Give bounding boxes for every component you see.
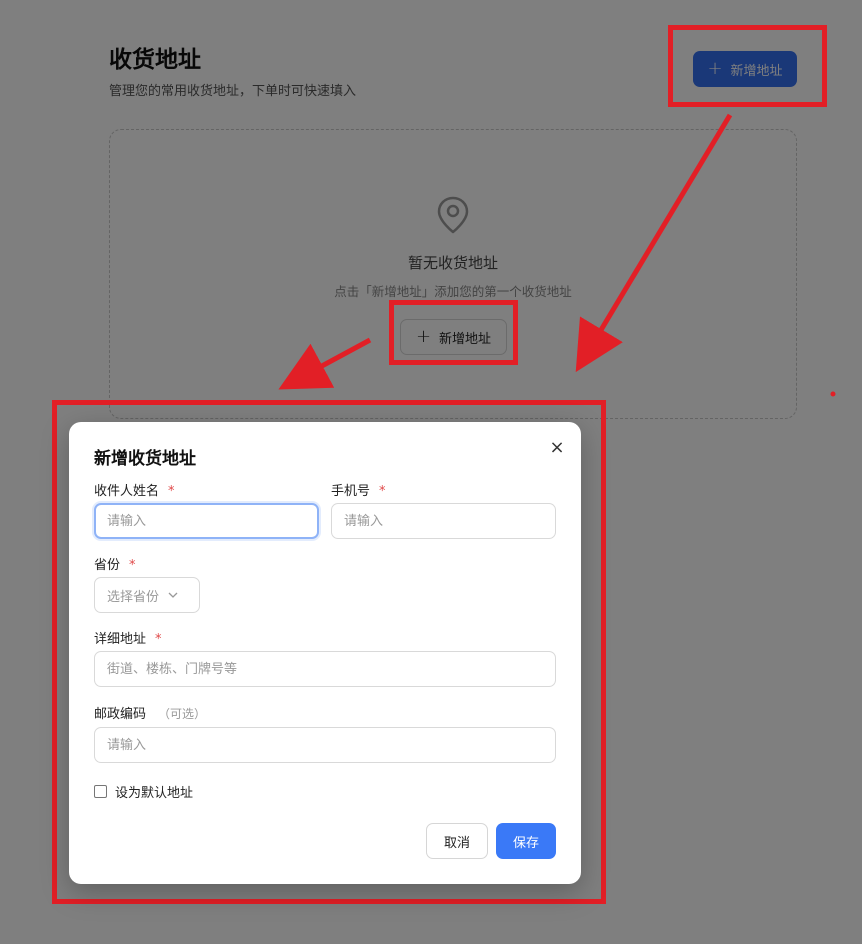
chevron-down-icon bbox=[168, 592, 178, 598]
close-icon[interactable]: × bbox=[547, 437, 567, 458]
save-button[interactable]: 保存 bbox=[496, 823, 556, 859]
postcode-input[interactable] bbox=[94, 727, 556, 763]
province-label: 省份 * bbox=[94, 554, 136, 573]
province-select[interactable]: 选择省份 bbox=[94, 577, 200, 613]
default-address-label: 设为默认地址 bbox=[115, 786, 194, 801]
add-address-modal: 新增收货地址 × 收件人姓名 * 手机号 * 省份 * 选择省份 详细地址 * 邮政编码… bbox=[69, 422, 581, 884]
required-mark: * bbox=[379, 484, 386, 499]
phone-input[interactable] bbox=[331, 503, 556, 539]
name-label: 收件人姓名 * bbox=[94, 480, 175, 499]
postcode-label: 邮政编码 （可选） bbox=[94, 703, 206, 722]
province-select-placeholder: 选择省份 bbox=[107, 589, 160, 605]
address-label: 详细地址 * bbox=[94, 628, 162, 647]
cancel-button[interactable]: 取消 bbox=[426, 823, 488, 859]
postcode-label-text: 邮政编码 bbox=[94, 707, 147, 722]
phone-label: 手机号 * bbox=[331, 480, 386, 499]
address-input[interactable] bbox=[94, 651, 556, 687]
required-mark: * bbox=[129, 558, 136, 573]
modal-title: 新增收货地址 bbox=[94, 449, 196, 469]
default-address-option[interactable]: 设为默认地址 bbox=[94, 782, 193, 801]
phone-label-text: 手机号 bbox=[331, 484, 371, 499]
name-input[interactable] bbox=[94, 503, 319, 539]
address-label-text: 详细地址 bbox=[94, 632, 147, 647]
province-label-text: 省份 bbox=[94, 558, 121, 573]
required-mark: * bbox=[168, 484, 175, 499]
default-address-checkbox[interactable] bbox=[94, 785, 107, 798]
required-mark: * bbox=[155, 632, 162, 647]
optional-note: （可选） bbox=[158, 707, 207, 721]
name-label-text: 收件人姓名 bbox=[94, 484, 160, 499]
